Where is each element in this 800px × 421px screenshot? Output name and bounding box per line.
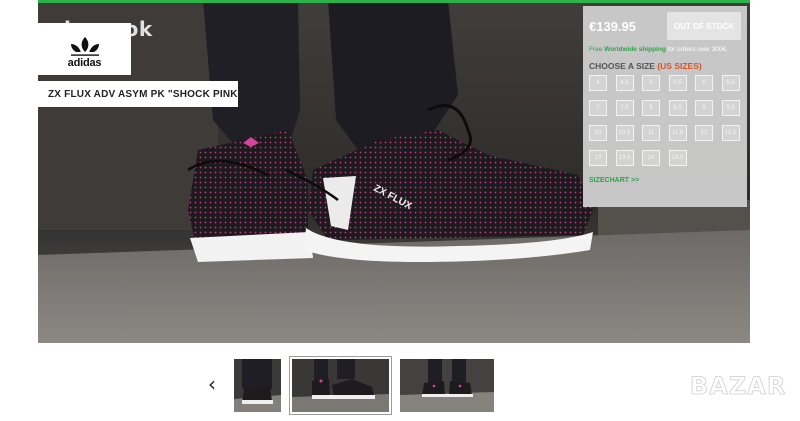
size-option[interactable]: 14.5	[668, 150, 687, 166]
price-row: €139.95 OUT OF STOCK	[589, 12, 741, 40]
size-option[interactable]: 9.5	[721, 100, 740, 116]
shipping-suffix: for orders over 300€.	[665, 46, 728, 53]
size-option[interactable]: 4	[589, 75, 607, 91]
thumbnail-image	[292, 359, 389, 412]
size-option[interactable]: 13	[589, 150, 607, 166]
size-option[interactable]: 10.5	[615, 125, 634, 141]
brand-name: adidas	[67, 57, 102, 69]
size-option[interactable]: 8	[642, 100, 660, 116]
size-option[interactable]: 10	[589, 125, 607, 141]
shipping-prefix: Free	[589, 46, 605, 53]
thumbnail-2[interactable]	[290, 357, 391, 414]
size-option[interactable]: 11.5	[668, 125, 687, 141]
size-option[interactable]: 6.5	[721, 75, 740, 91]
thumbnail-image	[400, 359, 494, 412]
photographer-watermark: pushmorok	[22, 17, 153, 41]
size-option[interactable]: 5	[642, 75, 660, 91]
size-heading: CHOOSE A SIZE (US SIZES)	[589, 61, 741, 71]
size-option[interactable]: 11	[642, 125, 660, 141]
bazar-watermark: BAZAR	[689, 372, 787, 401]
size-grid: 4 4.5 5 5.5 6 6.5 7 7.5 8 8.5 9 9.5 10 1…	[589, 75, 741, 166]
thumbnail-3[interactable]	[400, 359, 494, 412]
thumbnail-1[interactable]	[234, 359, 281, 412]
size-option[interactable]: 7.5	[615, 100, 634, 116]
product-title: ZX FLUX ADV ASYM PK "SHOCK PINK"	[38, 81, 242, 107]
out-of-stock-button[interactable]: OUT OF STOCK	[667, 12, 741, 40]
thumbnail-image	[234, 359, 281, 412]
size-option[interactable]: 12.5	[721, 125, 740, 141]
size-option[interactable]: 7	[589, 100, 607, 116]
size-option[interactable]: 6	[695, 75, 713, 91]
shipping-highlight: Worldwide shipping	[604, 46, 666, 53]
shipping-note: Free Worldwide shipping for orders over …	[589, 45, 741, 54]
product-page: ZX FLUX pushmorok adidas ZX FLUX ADV ASY…	[0, 0, 800, 421]
size-option[interactable]: 8.5	[668, 100, 687, 116]
size-option[interactable]: 5.5	[668, 75, 687, 91]
size-option[interactable]: 14	[642, 150, 660, 166]
product-price: €139.95	[589, 18, 636, 34]
size-option[interactable]: 9	[695, 100, 713, 116]
size-unit-label: (US SIZES)	[657, 61, 702, 71]
chevron-left-icon[interactable]: ‹	[208, 373, 222, 395]
purchase-panel: €139.95 OUT OF STOCK Free Worldwide ship…	[583, 6, 747, 207]
size-option[interactable]: 13.5	[615, 150, 634, 166]
top-accent-bar	[38, 0, 750, 3]
size-option[interactable]: 4.5	[615, 75, 634, 91]
size-heading-label: CHOOSE A SIZE	[589, 61, 658, 71]
sizechart-link[interactable]: SIZECHART >>	[589, 177, 741, 184]
size-option[interactable]: 12	[695, 125, 713, 141]
